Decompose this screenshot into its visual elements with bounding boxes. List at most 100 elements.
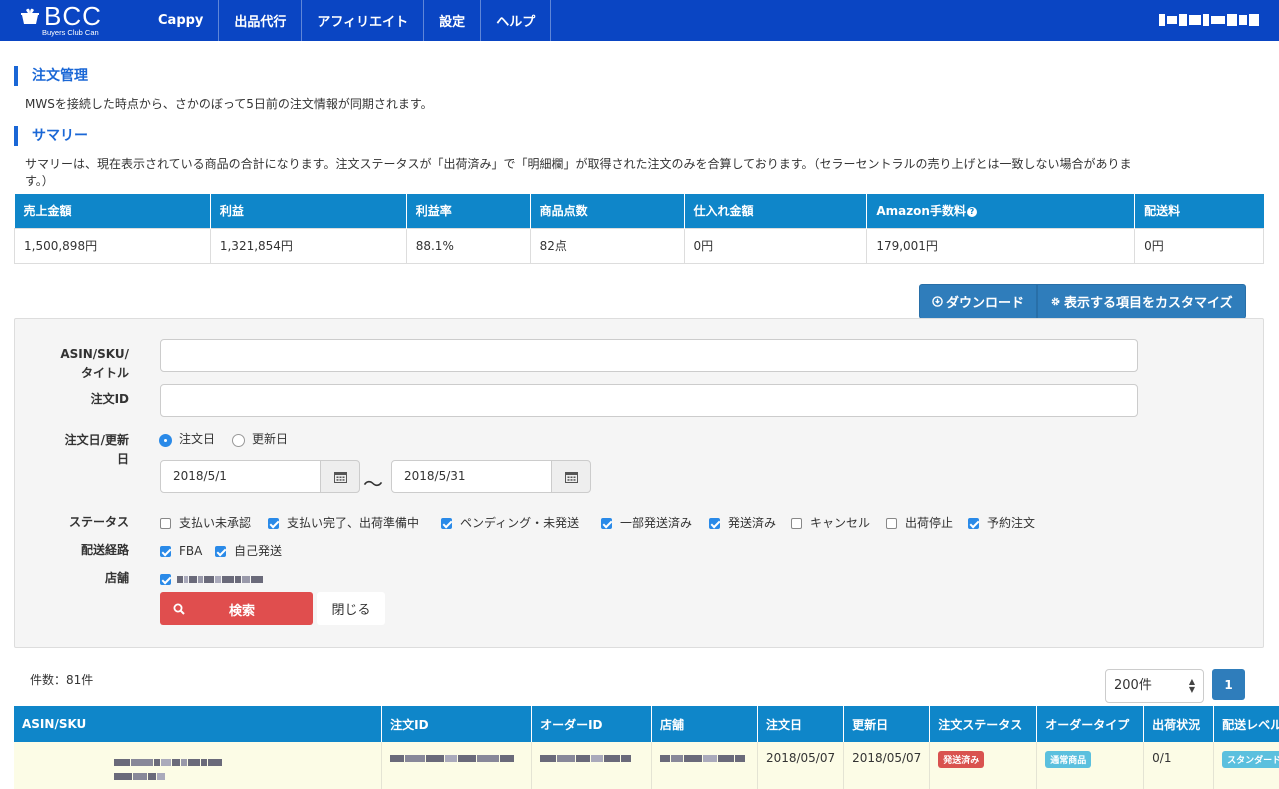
select-arrows-icon: ▲ ▼ xyxy=(1188,677,1195,694)
summary-table: 売上金額 利益 利益率 商品点数 仕入れ金額 Amazon手数料? 配送料 1,… xyxy=(14,194,1264,264)
nav-cappy[interactable]: Cappy xyxy=(142,0,220,41)
date-type-order-radio[interactable] xyxy=(159,434,172,447)
date-type-updated-radio[interactable] xyxy=(232,434,245,447)
summary-header-items: 商品点数 xyxy=(530,194,685,228)
user-menu-redacted[interactable] xyxy=(1159,12,1259,28)
help-icon[interactable]: ? xyxy=(966,207,977,218)
status-preorder-label[interactable]: 予約注文 xyxy=(987,516,1035,530)
table-row[interactable]: 2018/05/07 2018/05/07 発送済み 通常商品 0/1 スタンダ… xyxy=(14,742,1279,789)
summary-description: サマリーは、現在表示されている商品の合計になります。注文ステータスが「出荷済み」… xyxy=(25,157,1132,188)
result-count: 件数：81件 xyxy=(30,673,94,687)
status-unpaid-checkbox[interactable] xyxy=(160,518,171,529)
store-checkbox[interactable] xyxy=(160,574,171,585)
summary-header-sales: 売上金額 xyxy=(14,194,211,228)
status-paid-checkbox[interactable] xyxy=(268,518,279,529)
col-ship-level[interactable]: 配送レベル xyxy=(1213,706,1279,742)
status-shipped-checkbox[interactable] xyxy=(709,518,720,529)
shipping-fba-checkbox[interactable] xyxy=(160,546,171,557)
search-button[interactable]: 検索 xyxy=(160,592,313,625)
col-order-status[interactable]: 注文ステータス xyxy=(929,706,1038,742)
col-asin-sku[interactable]: ASIN/SKU xyxy=(14,706,383,742)
cell-updated-date: 2018/05/07 xyxy=(843,742,931,789)
summary-value-profit: 1,321,854円 xyxy=(209,227,407,264)
status-shipped-label[interactable]: 発送済み xyxy=(728,516,776,530)
summary-value-margin: 88.1% xyxy=(405,227,531,264)
summary-value-shipping: 0円 xyxy=(1134,227,1264,264)
shipping-fba-label[interactable]: FBA xyxy=(179,544,202,558)
status-paid-label[interactable]: 支払い完了、出荷準備中 xyxy=(287,516,419,530)
cell-order-id-redacted[interactable] xyxy=(381,742,533,789)
date-type-updated-label[interactable]: 更新日 xyxy=(252,432,288,446)
cell-order-status: 発送済み xyxy=(929,742,1038,789)
shipping-self-label[interactable]: 自己発送 xyxy=(234,544,282,558)
col-order-id[interactable]: 注文ID xyxy=(381,706,533,742)
status-pending-checkbox[interactable] xyxy=(441,518,452,529)
close-panel-button[interactable]: 閉じる xyxy=(317,592,385,625)
status-pending-label[interactable]: ペンディング・未発送 xyxy=(460,516,579,530)
download-circle-icon xyxy=(932,296,943,307)
status-partial-checkbox[interactable] xyxy=(601,518,612,529)
status-halted-checkbox[interactable] xyxy=(886,518,897,529)
status-partial-label[interactable]: 一部発送済み xyxy=(620,516,692,530)
orders-table: ASIN/SKU 注文ID オーダーID 店舗 注文日 更新日 注文ステータス … xyxy=(14,706,1279,789)
orders-header-row: ASIN/SKU 注文ID オーダーID 店舗 注文日 更新日 注文ステータス … xyxy=(14,706,1279,742)
order-management-title: 注文管理 xyxy=(14,66,88,86)
summary-header-margin: 利益率 xyxy=(406,194,531,228)
status-cancel-label[interactable]: キャンセル xyxy=(810,516,870,530)
summary-title: サマリー xyxy=(14,126,88,146)
status-halted-label[interactable]: 出荷停止 xyxy=(905,516,953,530)
status-preorder-checkbox[interactable] xyxy=(968,518,979,529)
cell-order-date: 2018/05/07 xyxy=(757,742,845,789)
col-order-date[interactable]: 注文日 xyxy=(757,706,845,742)
col-order-type[interactable]: オーダータイプ xyxy=(1036,706,1145,742)
top-navbar: BCC Buyers Club Can Cappy 出品代行 アフィリエイト 設… xyxy=(0,0,1279,41)
per-page-select[interactable]: 200件 ▲ ▼ xyxy=(1105,669,1204,703)
date-type-order-label[interactable]: 注文日 xyxy=(179,432,215,446)
cell-store-redacted[interactable] xyxy=(651,742,758,789)
gear-icon xyxy=(1051,297,1060,306)
date-range-separator: 〜 xyxy=(363,472,383,496)
shipping-route-label: 配送経路 xyxy=(80,543,129,557)
cell-order-type: 通常商品 xyxy=(1036,742,1145,789)
summary-header-purchase: 仕入れ金額 xyxy=(684,194,868,228)
order-management-description: MWSを接続した時点から、さかのぼって5日前の注文情報が同期されます。 xyxy=(25,97,433,111)
cell-ship-level: スタンダード xyxy=(1213,742,1279,789)
nav-help[interactable]: ヘルプ xyxy=(481,0,552,41)
summary-value-row: 1,500,898円 1,321,854円 88.1% 82点 0円 179,0… xyxy=(14,227,1264,264)
col-updated-date[interactable]: 更新日 xyxy=(843,706,931,742)
date-to-input[interactable]: 2018/5/31 xyxy=(391,460,552,493)
summary-value-items: 82点 xyxy=(529,227,685,264)
shipping-self-checkbox[interactable] xyxy=(215,546,226,557)
page-1-button[interactable]: 1 xyxy=(1212,669,1245,700)
status-label: ステータス xyxy=(68,515,129,529)
summary-header-row: 売上金額 利益 利益率 商品点数 仕入れ金額 Amazon手数料? 配送料 xyxy=(14,194,1264,228)
asin-sku-title-input[interactable] xyxy=(160,339,1138,372)
orders-table-wrapper: ASIN/SKU 注文ID オーダーID 店舗 注文日 更新日 注文ステータス … xyxy=(14,706,1279,789)
status-unpaid-label[interactable]: 支払い未承認 xyxy=(179,516,251,530)
status-cancel-checkbox[interactable] xyxy=(791,518,802,529)
cell-amazon-order-id-redacted[interactable] xyxy=(531,742,652,789)
customize-columns-button[interactable]: 表示する項目をカスタマイズ xyxy=(1037,284,1246,319)
order-id-label: 注文ID xyxy=(90,392,129,406)
download-button[interactable]: ダウンロード xyxy=(919,284,1038,319)
cell-asin-sku-redacted[interactable] xyxy=(14,742,383,789)
ship-level-badge: スタンダード xyxy=(1222,751,1279,768)
search-filter-panel: ASIN/SKU/タイトル 注文ID 注文日/更新日 注文日 更新日 2018/… xyxy=(14,318,1264,648)
nav-listing-agency[interactable]: 出品代行 xyxy=(219,0,303,41)
nav-affiliate[interactable]: アフィリエイト xyxy=(302,0,425,41)
store-name-redacted[interactable] xyxy=(177,574,263,584)
col-store[interactable]: 店舗 xyxy=(651,706,758,742)
summary-header-shipping: 配送料 xyxy=(1134,194,1264,228)
cell-shipment-status: 0/1 xyxy=(1143,742,1215,789)
date-from-input[interactable]: 2018/5/1 xyxy=(160,460,321,493)
col-amazon-order-id[interactable]: オーダーID xyxy=(531,706,652,742)
nav-settings[interactable]: 設定 xyxy=(424,0,482,41)
col-shipment-status[interactable]: 出荷状況 xyxy=(1143,706,1215,742)
date-from-calendar-button[interactable] xyxy=(320,460,360,493)
order-id-input[interactable] xyxy=(160,384,1138,417)
brand-logo[interactable]: BCC Buyers Club Can xyxy=(0,0,140,41)
summary-value-purchase: 0円 xyxy=(683,227,868,264)
order-type-badge: 通常商品 xyxy=(1045,751,1092,768)
brand-subtitle: Buyers Club Can xyxy=(42,28,99,37)
date-to-calendar-button[interactable] xyxy=(551,460,591,493)
